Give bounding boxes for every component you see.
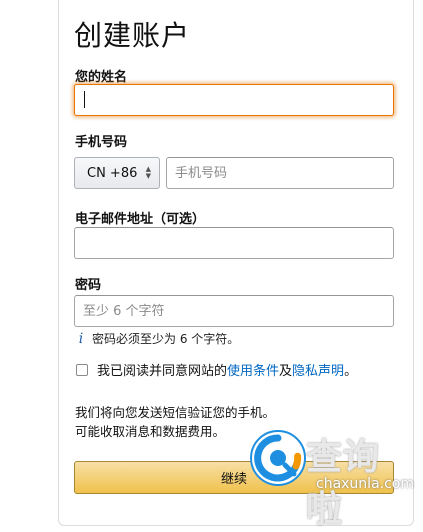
watermark-en: chaxunla.com <box>316 476 414 492</box>
agree-checkbox[interactable] <box>76 363 88 376</box>
info-icon: i <box>78 330 84 347</box>
phone-field[interactable] <box>166 157 394 189</box>
agree-prefix-text: 我已阅读并同意网站的 <box>97 364 228 379</box>
watermark-logo-icon <box>250 430 306 486</box>
password-hint-text: 密码必须至少为 6 个字符。 <box>92 332 240 346</box>
email-field[interactable] <box>74 227 394 259</box>
password-hint: i 密码必须至少为 6 个字符。 <box>74 330 240 347</box>
password-label: 密码 <box>75 278 102 293</box>
sms-notice: 我们将向您发送短信验证您的手机。 可能收取消息和数据费用。 <box>75 403 275 441</box>
sms-notice-line1: 我们将向您发送短信验证您的手机。 <box>75 405 276 420</box>
text-caret <box>84 91 85 108</box>
agree-row: 我已阅读并同意网站的 使用条件 及 隐私声明 。 <box>76 360 357 379</box>
privacy-link[interactable]: 隐私声明 <box>292 360 344 379</box>
terms-link[interactable]: 使用条件 <box>227 360 279 379</box>
country-code-select[interactable]: CN +86 ▲ ▼ <box>74 157 160 189</box>
password-field[interactable] <box>74 295 394 327</box>
agree-and-text: 及 <box>279 364 293 379</box>
select-arrows-icon: ▲ ▼ <box>145 165 151 180</box>
watermark: 查询啦 chaxunla.com <box>246 424 416 530</box>
page-title: 创建账户 <box>74 19 191 52</box>
agree-suffix-text: 。 <box>344 364 358 379</box>
name-label: 您的姓名 <box>75 70 128 85</box>
phone-label: 手机号码 <box>75 135 128 150</box>
country-code-value: CN +86 <box>87 165 138 181</box>
email-label: 电子邮件地址（可选） <box>75 212 206 227</box>
sms-notice-line2: 可能收取消息和数据费用。 <box>75 424 226 439</box>
name-field[interactable] <box>74 84 394 116</box>
